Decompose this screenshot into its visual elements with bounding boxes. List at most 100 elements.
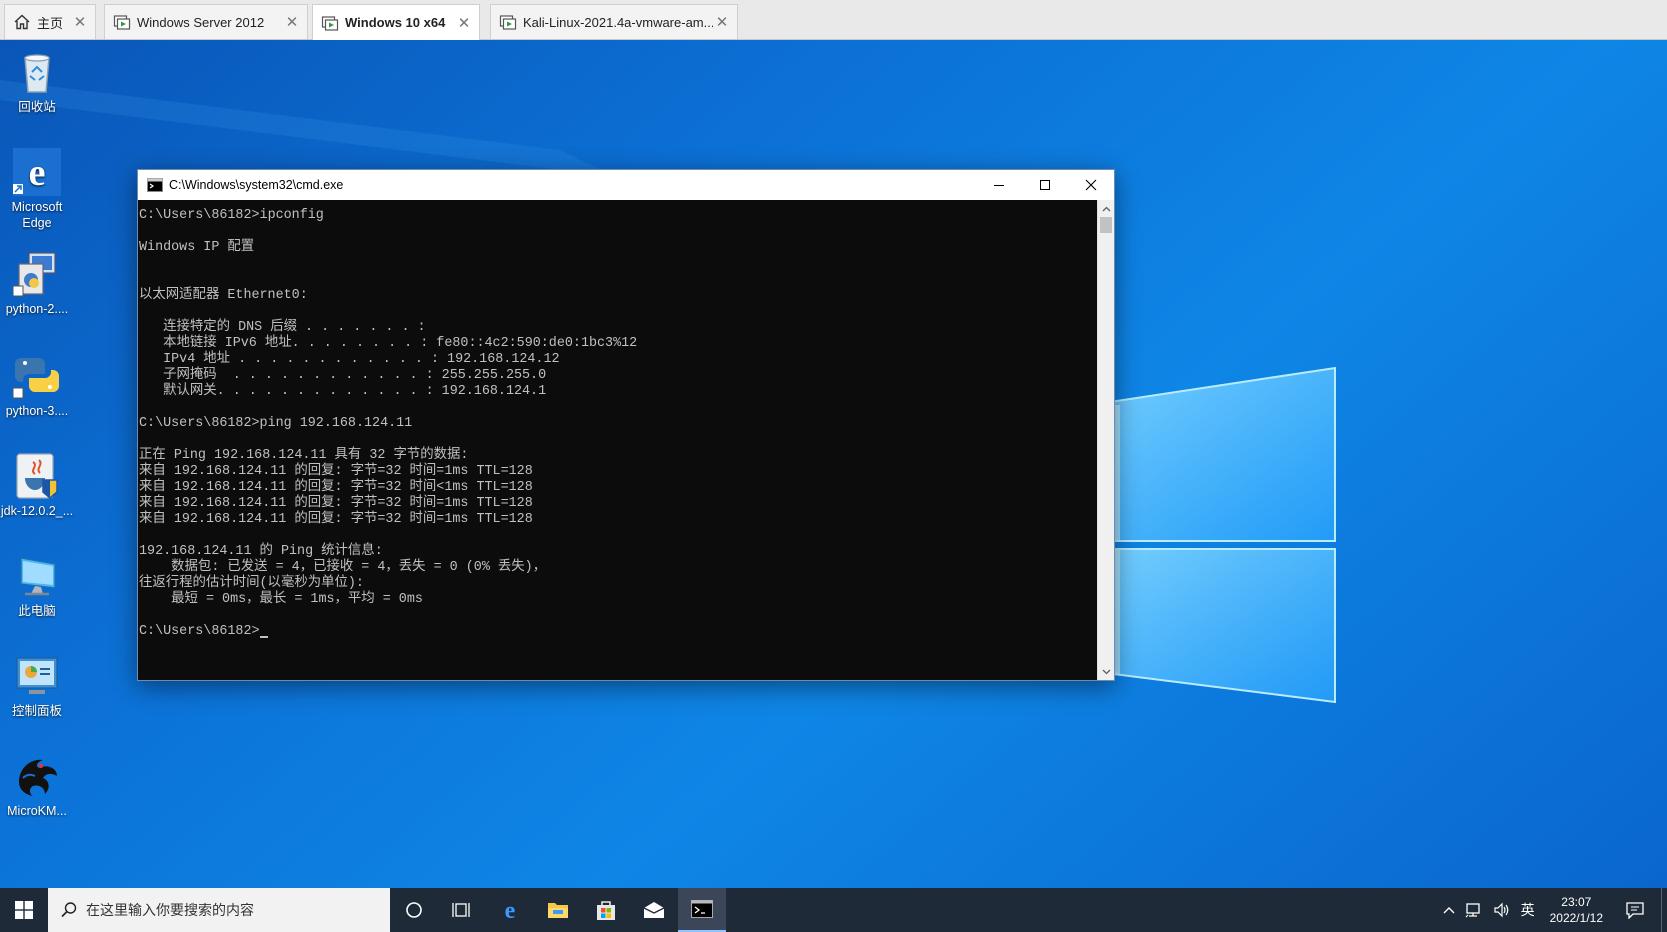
microkms-icon (19, 759, 57, 796)
tab-label: Windows Server 2012 (137, 14, 265, 30)
control-panel-icon (16, 657, 58, 694)
desktop-icon-label: python-2.... (5, 302, 69, 316)
notification-icon (1626, 902, 1644, 919)
desktop-icon-control-panel[interactable]: 控制面板 (0, 652, 74, 719)
console-output[interactable]: C:\Users\86182>ipconfig Windows IP 配置 以太… (138, 200, 1098, 680)
text-cursor (259, 636, 268, 638)
clock[interactable]: 23:07 2022/1/12 (1540, 894, 1613, 926)
maximize-button[interactable] (1022, 170, 1068, 200)
console-prompt-line[interactable]: C:\Users\86182> (139, 624, 1098, 640)
taskbar-store-button[interactable] (582, 888, 630, 932)
clock-date: 2022/1/12 (1549, 911, 1603, 925)
console-line: 子网掩码 . . . . . . . . . . . . : 255.255.2… (139, 368, 547, 383)
tab-windows-server-2012[interactable]: Windows Server 2012 ✕ (104, 4, 308, 39)
system-tray: 英 23:07 2022/1/12 (1438, 888, 1667, 932)
console-line: 以太网适配器 Ethernet0: (139, 288, 308, 303)
console-prompt: C:\Users\86182> (139, 624, 260, 639)
network-icon (1465, 903, 1480, 918)
tab-home[interactable]: 主页 ✕ (4, 4, 96, 39)
tab-label: 主页 (37, 15, 64, 31)
cmd-icon (147, 178, 163, 192)
console-line: Windows IP 配置 (139, 240, 255, 255)
python-icon (13, 358, 59, 399)
desktop-icon-label: jdk-12.0.2_... (0, 504, 74, 518)
svg-text:e: e (505, 899, 516, 921)
console-line: 来自 192.168.124.11 的回复: 字节=32 时间<1ms TTL=… (139, 480, 533, 495)
desktop-icon-label: Microsoft Edge (11, 200, 63, 230)
desktop-icon-microsoft-edge[interactable]: e Microsoft Edge (0, 148, 74, 231)
maximize-icon (1040, 180, 1050, 190)
vm-tab-bar: 主页 ✕ Windows Server 2012 ✕ Windows 10 x6… (0, 0, 1667, 40)
desktop-icon-label: 回收站 (18, 100, 56, 114)
desktop-icon-jdk-installer[interactable]: jdk-12.0.2_... (0, 452, 74, 519)
recycle-bin-icon (24, 54, 50, 93)
close-icon[interactable]: ✕ (283, 13, 301, 31)
chevron-up-icon (1443, 907, 1455, 914)
console-line: 正在 Ping 192.168.124.11 具有 32 字节的数据: (139, 448, 469, 463)
taskbar-search-box[interactable]: 在这里输入你要搜索的内容 (48, 888, 390, 932)
show-desktop-button[interactable] (1661, 888, 1667, 932)
taskbar-file-explorer-button[interactable] (534, 888, 582, 932)
close-icon[interactable]: ✕ (455, 14, 473, 32)
minimize-icon (994, 185, 1004, 186)
java-installer-icon (16, 453, 58, 499)
tab-kali-linux[interactable]: Kali-Linux-2021.4a-vmware-am... ✕ (490, 4, 738, 39)
desktop-icon-python-3-installer[interactable]: python-3.... (0, 352, 74, 419)
svg-text:e: e (29, 152, 46, 194)
tab-label: Kali-Linux-2021.4a-vmware-am... (523, 14, 713, 30)
close-button[interactable] (1068, 170, 1114, 200)
cortana-icon (406, 902, 422, 918)
desktop-icon-this-pc[interactable]: 此电脑 (0, 552, 74, 619)
cmd-window[interactable]: C:\Windows\system32\cmd.exe C:\Users\861… (137, 169, 1115, 681)
search-icon (61, 902, 77, 918)
volume-button[interactable] (1488, 888, 1516, 932)
chevron-down-icon (1102, 669, 1111, 674)
desktop-icon-python-2-installer[interactable]: python-2.... (0, 250, 74, 317)
console-line: C:\Users\86182>ipconfig (139, 208, 324, 223)
tab-windows-10-x64[interactable]: Windows 10 x64 ✕ (312, 4, 480, 40)
cortana-button[interactable] (390, 888, 438, 932)
scroll-up-button[interactable] (1098, 200, 1115, 217)
close-icon[interactable]: ✕ (713, 13, 731, 31)
taskbar-cmd-button[interactable] (678, 888, 726, 932)
this-pc-icon (20, 557, 56, 596)
scrollbar-thumb[interactable] (1100, 217, 1112, 233)
close-icon[interactable]: ✕ (71, 13, 89, 31)
desktop-icon-label: python-3.... (5, 404, 69, 418)
input-method-indicator[interactable]: 英 (1516, 888, 1540, 932)
python-installer-icon (13, 252, 56, 297)
taskbar-mail-button[interactable] (630, 888, 678, 932)
console-line: 数据包: 已发送 = 4，已接收 = 4，丢失 = 0 (0% 丢失)， (139, 560, 547, 575)
desktop-icon-label: MicroKM... (7, 804, 67, 818)
desktop-icon-label: 此电脑 (18, 604, 56, 618)
console-line: 来自 192.168.124.11 的回复: 字节=32 时间=1ms TTL=… (139, 512, 533, 527)
desktop-icon-recycle-bin[interactable]: 回收站 (0, 48, 74, 115)
edge-icon: e (13, 148, 61, 196)
show-hidden-icons-button[interactable] (1438, 888, 1460, 932)
start-button[interactable] (0, 888, 48, 932)
windows-start-icon (15, 901, 33, 919)
cmd-title-bar[interactable]: C:\Windows\system32\cmd.exe (138, 170, 1114, 200)
taskbar-edge-button[interactable]: e (486, 888, 534, 932)
action-center-button[interactable] (1613, 888, 1657, 932)
console-line: 最短 = 0ms，最长 = 1ms，平均 = 0ms (139, 592, 423, 607)
network-button[interactable] (1460, 888, 1488, 932)
minimize-button[interactable] (976, 170, 1022, 200)
task-view-button[interactable] (438, 888, 486, 932)
console-line: 连接特定的 DNS 后缀 . . . . . . . : (139, 320, 426, 335)
file-explorer-icon (548, 903, 568, 918)
console-line: 默认网关. . . . . . . . . . . . . : 192.168.… (139, 384, 547, 399)
vm-icon (321, 15, 339, 31)
desktop-icon-microkms[interactable]: MicroKM... (0, 752, 74, 819)
task-view-icon (452, 903, 470, 917)
vertical-scrollbar[interactable] (1097, 200, 1114, 680)
vm-icon (113, 15, 131, 30)
scroll-down-button[interactable] (1098, 663, 1115, 680)
vm-icon (499, 15, 517, 30)
